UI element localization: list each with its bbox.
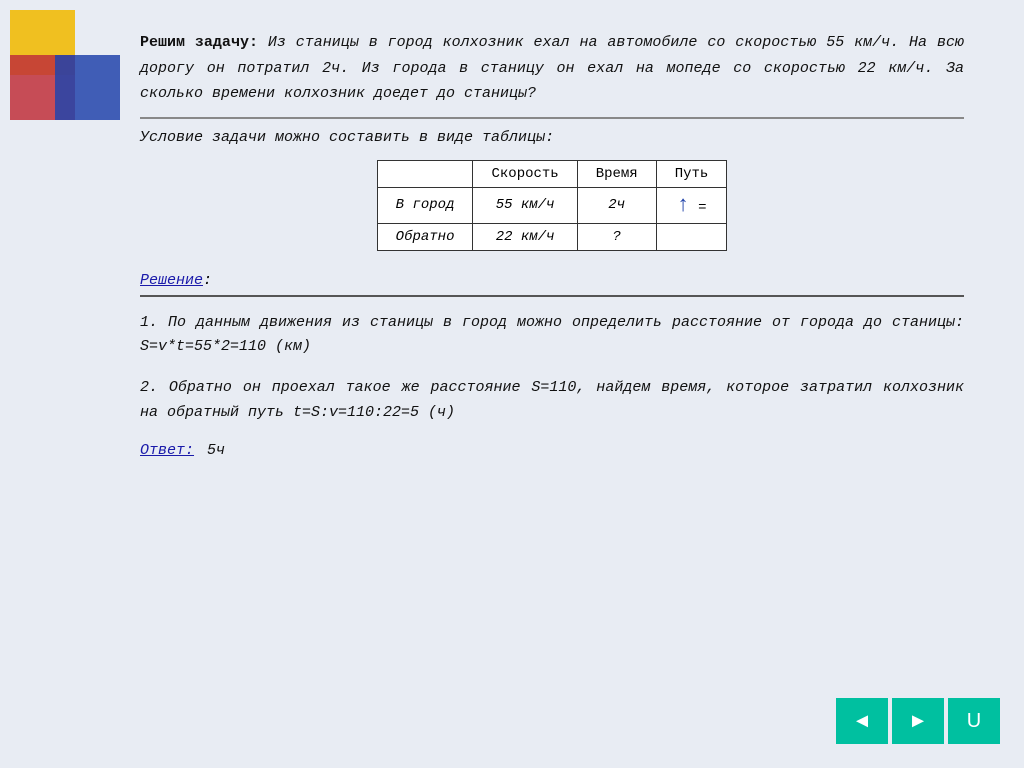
nav-buttons: ◄ ► U <box>836 698 1000 744</box>
problem-label: Решим задачу: <box>140 34 258 51</box>
table-row: В город 55 км/ч 2ч ↑ = <box>377 187 727 223</box>
next-button[interactable]: ► <box>892 698 944 744</box>
solution-step1: 1. По данным движения из станицы в город… <box>140 311 964 361</box>
solution-label: Решение <box>140 272 203 289</box>
row1-speed: 55 км/ч <box>473 187 577 223</box>
home-button[interactable]: U <box>948 698 1000 744</box>
prev-button[interactable]: ◄ <box>836 698 888 744</box>
arrow-icon: ↑ <box>677 193 690 218</box>
answer-value: 5ч <box>198 442 225 459</box>
row2-path <box>656 223 727 250</box>
row2-speed: 22 км/ч <box>473 223 577 250</box>
col-header-0 <box>377 160 473 187</box>
problem-body: Из станицы в город колхозник ехал на авт… <box>140 34 964 102</box>
condition-text: Условие задачи можно составить в виде та… <box>140 129 964 146</box>
deco-blue-square <box>55 55 120 120</box>
solution-colon: : <box>203 272 212 289</box>
row1-path: ↑ = <box>656 187 727 223</box>
main-content: Решим задачу: Из станицы в город колхозн… <box>140 30 964 459</box>
col-header-2: Время <box>577 160 656 187</box>
solution-divider <box>140 295 964 297</box>
divider-1 <box>140 117 964 119</box>
solution-step2: 2. Обратно он проехал такое же расстояни… <box>140 376 964 426</box>
table-wrapper: Скорость Время Путь В город 55 км/ч 2ч ↑… <box>140 160 964 251</box>
answer-line: Ответ: 5ч <box>140 442 964 459</box>
solution-header-line: Решение: <box>140 271 964 291</box>
col-header-1: Скорость <box>473 160 577 187</box>
answer-label: Ответ: <box>140 442 194 459</box>
row1-time: 2ч <box>577 187 656 223</box>
decoration <box>0 0 120 220</box>
row1-label: В город <box>377 187 473 223</box>
problem-text: Решим задачу: Из станицы в город колхозн… <box>140 30 964 107</box>
row2-time: ? <box>577 223 656 250</box>
col-header-3: Путь <box>656 160 727 187</box>
table-row: Обратно 22 км/ч ? <box>377 223 727 250</box>
row2-label: Обратно <box>377 223 473 250</box>
slide: Решим задачу: Из станицы в город колхозн… <box>0 0 1024 768</box>
data-table: Скорость Время Путь В город 55 км/ч 2ч ↑… <box>377 160 728 251</box>
